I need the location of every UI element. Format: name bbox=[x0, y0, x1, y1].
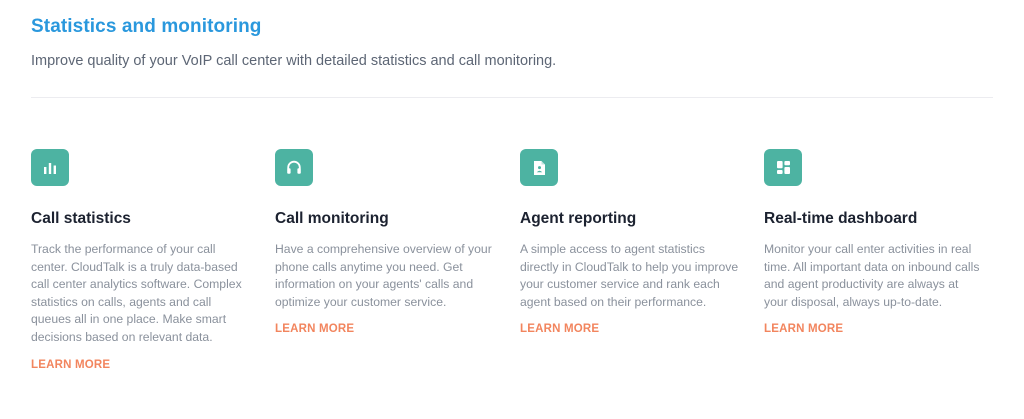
feature-description: Track the performance of your call cente… bbox=[31, 242, 242, 344]
feature-call-monitoring: Call monitoring Have a comprehensive ove… bbox=[275, 149, 495, 337]
feature-title: Agent reporting bbox=[520, 210, 637, 227]
bar-chart-icon bbox=[31, 149, 69, 186]
feature-description: Monitor your call enter activities in re… bbox=[764, 242, 980, 309]
feature-call-statistics: Call statistics Track the performance of… bbox=[31, 149, 251, 373]
learn-more-link[interactable]: LEARN MORE bbox=[275, 323, 354, 335]
learn-more-link[interactable]: LEARN MORE bbox=[764, 323, 843, 335]
section-title: Statistics and monitoring bbox=[31, 16, 262, 37]
divider bbox=[31, 97, 993, 98]
dashboard-icon bbox=[764, 149, 802, 186]
feature-title: Real-time dashboard bbox=[764, 210, 918, 227]
section-subtitle: Improve quality of your VoIP call center… bbox=[31, 53, 557, 69]
user-report-icon bbox=[520, 149, 558, 186]
feature-title: Call monitoring bbox=[275, 210, 389, 227]
headphones-icon bbox=[275, 149, 313, 186]
feature-description: A simple access to agent statistics dire… bbox=[520, 242, 739, 309]
learn-more-link[interactable]: LEARN MORE bbox=[520, 323, 599, 335]
feature-agent-reporting: Agent reporting A simple access to agent… bbox=[520, 149, 740, 337]
statistics-section: Statistics and monitoring Improve qualit… bbox=[0, 0, 1024, 419]
feature-real-time-dashboard: Real-time dashboard Monitor your call en… bbox=[764, 149, 984, 337]
feature-description: Have a comprehensive overview of your ph… bbox=[275, 242, 492, 309]
learn-more-link[interactable]: LEARN MORE bbox=[31, 359, 110, 371]
feature-title: Call statistics bbox=[31, 210, 131, 227]
